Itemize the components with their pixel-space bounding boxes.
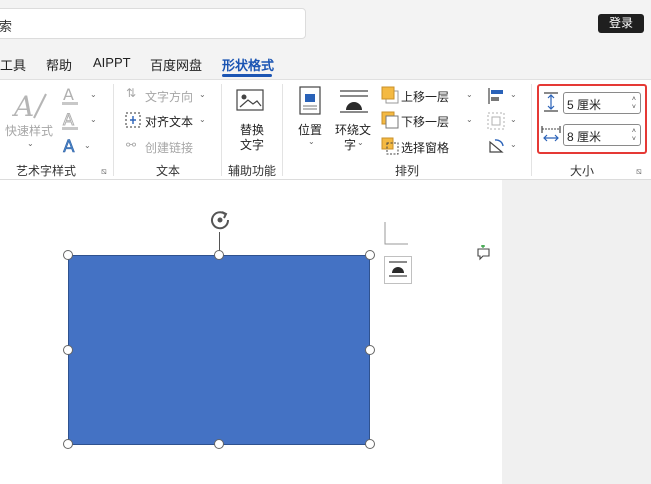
- group-label-accessibility: 辅助功能: [228, 164, 277, 178]
- quick-styles-chevron-icon[interactable]: ⌄: [27, 139, 34, 148]
- rotate-chevron-icon[interactable]: ⌄: [510, 140, 517, 149]
- alt-text-icon[interactable]: [236, 88, 266, 116]
- rotate-handle-icon[interactable]: [208, 208, 232, 232]
- link-icon[interactable]: ⚯: [126, 138, 136, 152]
- rotate-icon[interactable]: [487, 137, 505, 155]
- resize-handle-left[interactable]: [63, 345, 73, 355]
- text-outline-icon[interactable]: A: [60, 111, 82, 131]
- shape-width-icon: [541, 126, 561, 142]
- wrap-text-icon[interactable]: [338, 88, 370, 116]
- text-direction-chevron-icon[interactable]: ⌄: [199, 90, 206, 99]
- menu-bar: 工具 帮助 AIPPT 百度网盘 形状格式: [0, 48, 651, 78]
- tab-aippt[interactable]: AIPPT: [93, 55, 131, 70]
- group-label-size: 大小: [570, 164, 595, 178]
- alt-text-label-line2[interactable]: 文字: [240, 136, 264, 153]
- svg-text:A: A: [12, 90, 34, 123]
- height-decrease-icon[interactable]: ˅: [632, 104, 636, 111]
- add-comment-icon[interactable]: [476, 245, 492, 261]
- group-label-text: 文本: [156, 164, 181, 178]
- group-label-art-styles: 艺术字样式: [16, 164, 77, 178]
- position-icon[interactable]: [299, 86, 323, 116]
- quick-styles-icon[interactable]: A: [12, 88, 48, 124]
- ribbon: A 快速样式 ⌄ A ⌄ A ⌄ A ⌄ 艺术字样式 ⧅ ⇅ 文字方向 ⌄ 对齐…: [0, 79, 651, 180]
- art-styles-launcher-icon[interactable]: ⧅: [101, 166, 107, 177]
- width-decrease-icon[interactable]: ˅: [632, 136, 636, 143]
- bring-forward-button[interactable]: 上移一层: [401, 88, 449, 105]
- svg-text:A: A: [63, 86, 74, 104]
- text-outline-chevron-icon[interactable]: ⌄: [90, 115, 97, 124]
- width-increase-icon[interactable]: ˄: [632, 128, 636, 135]
- tab-shape-format[interactable]: 形状格式: [222, 55, 274, 74]
- shape-height-icon: [544, 92, 558, 112]
- size-launcher-icon[interactable]: ⧅: [636, 166, 642, 177]
- group-divider: [531, 84, 532, 176]
- wrap-text-label-line2[interactable]: 字: [344, 136, 356, 153]
- height-increase-icon[interactable]: ˄: [632, 96, 636, 103]
- search-input[interactable]: 索: [0, 8, 306, 39]
- active-tab-indicator: [222, 74, 272, 77]
- bring-forward-chevron-icon[interactable]: ⌄: [466, 90, 473, 99]
- text-fill-chevron-icon[interactable]: ⌄: [90, 90, 97, 99]
- align-text-button[interactable]: 对齐文本: [145, 113, 193, 130]
- wrap-text-chevron-icon[interactable]: ⌄: [357, 138, 364, 147]
- selection-pane-icon[interactable]: [381, 137, 399, 155]
- svg-text:A: A: [63, 111, 74, 129]
- tab-help[interactable]: 帮助: [46, 55, 72, 74]
- text-direction-button[interactable]: 文字方向: [145, 88, 193, 105]
- rectangle-shape[interactable]: [68, 255, 370, 445]
- align-text-chevron-icon[interactable]: ⌄: [199, 115, 206, 124]
- resize-handle-top-left[interactable]: [63, 250, 73, 260]
- resize-handle-bottom-left[interactable]: [63, 439, 73, 449]
- create-link-button[interactable]: 创建链接: [145, 139, 193, 156]
- shape-width-value: 8 厘米: [567, 130, 602, 144]
- resize-handle-bottom[interactable]: [214, 439, 224, 449]
- group-divider: [282, 84, 283, 176]
- group-divider: [113, 84, 114, 176]
- send-backward-button[interactable]: 下移一层: [401, 113, 449, 130]
- layout-options-icon[interactable]: [384, 256, 412, 284]
- search-text: 索: [0, 19, 13, 34]
- send-backward-icon[interactable]: [381, 111, 399, 129]
- group-objects-chevron-icon[interactable]: ⌄: [510, 115, 517, 124]
- shape-height-value: 5 厘米: [567, 98, 602, 112]
- login-button[interactable]: 登录: [598, 14, 644, 33]
- text-direction-icon[interactable]: ⇅: [126, 86, 136, 100]
- position-button[interactable]: 位置: [298, 121, 322, 138]
- shape-width-input[interactable]: 8 厘米 ˄ ˅: [563, 124, 641, 146]
- selection-pane-button[interactable]: 选择窗格: [401, 139, 449, 156]
- tab-baidu-netdisk[interactable]: 百度网盘: [150, 55, 202, 74]
- resize-handle-bottom-right[interactable]: [365, 439, 375, 449]
- group-divider: [221, 84, 222, 176]
- text-effects-chevron-icon[interactable]: ⌄: [84, 141, 91, 150]
- align-text-icon[interactable]: [125, 112, 141, 128]
- svg-text:A: A: [63, 137, 75, 156]
- quick-styles-label[interactable]: 快速样式: [5, 122, 53, 139]
- document-margin: [502, 180, 651, 484]
- resize-handle-right[interactable]: [365, 345, 375, 355]
- text-effects-icon[interactable]: A: [60, 136, 82, 156]
- text-fill-icon[interactable]: A: [60, 86, 82, 106]
- title-bar: 索 登录: [0, 0, 651, 48]
- position-chevron-icon[interactable]: ⌄: [308, 137, 315, 146]
- resize-handle-top-right[interactable]: [365, 250, 375, 260]
- group-label-arrange: 排列: [395, 164, 420, 178]
- bring-forward-icon[interactable]: [381, 86, 399, 104]
- align-objects-chevron-icon[interactable]: ⌄: [510, 90, 517, 99]
- send-backward-chevron-icon[interactable]: ⌄: [466, 115, 473, 124]
- group-objects-icon[interactable]: [487, 112, 505, 130]
- page-corner-mark: [384, 222, 408, 245]
- shape-height-input[interactable]: 5 厘米 ˄ ˅: [563, 92, 641, 114]
- tab-tools[interactable]: 工具: [0, 55, 26, 74]
- resize-handle-top[interactable]: [214, 250, 224, 260]
- align-objects-icon[interactable]: [487, 87, 505, 105]
